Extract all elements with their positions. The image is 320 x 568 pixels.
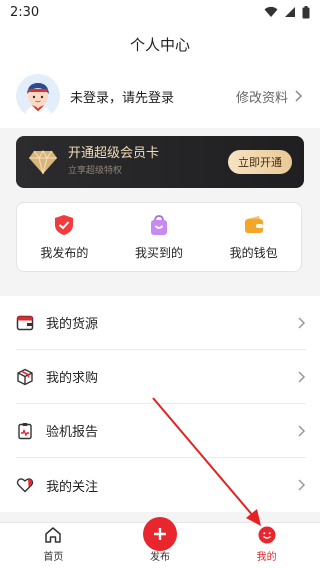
vip-open-button[interactable]: 立即开通 — [228, 150, 292, 174]
vip-card[interactable]: 开通超级会员卡 立享超级特权 立即开通 — [16, 136, 304, 188]
user-card[interactable]: 未登录，请先登录 修改资料 — [0, 64, 320, 128]
menu-label-inspection-report: 验机报告 — [46, 425, 99, 440]
plus-icon — [154, 528, 166, 540]
quick-label-published: 我发布的 — [40, 245, 89, 260]
package-icon — [17, 368, 33, 385]
menu-item-inspection-report[interactable]: 验机报告 — [16, 404, 306, 458]
menu-label-supply: 我的货源 — [46, 317, 99, 332]
diamond-icon — [29, 149, 57, 175]
smile-face-icon — [258, 526, 276, 544]
login-prompt[interactable]: 未登录，请先登录 — [70, 87, 236, 106]
chevron-right-icon — [295, 90, 303, 102]
wallet-card-icon — [16, 315, 34, 330]
status-time: 2:30 — [10, 4, 40, 20]
shopping-bag-icon — [151, 214, 167, 235]
vip-title: 开通超级会员卡 — [68, 146, 160, 161]
report-clipboard-icon — [18, 422, 32, 439]
edit-profile-link[interactable]: 修改资料 — [236, 87, 304, 106]
bottom-tab-bar: 首页 发布 我的 — [0, 517, 320, 568]
edit-profile-label: 修改资料 — [235, 90, 288, 106]
menu-item-wanted[interactable]: 我的求购 — [16, 350, 306, 404]
avatar[interactable] — [16, 74, 60, 118]
home-icon — [45, 527, 62, 543]
vip-subtitle: 立享超级特权 — [68, 166, 123, 176]
signal-icon — [285, 7, 295, 17]
tab-mine-label: 我的 — [256, 552, 277, 563]
page-title: 个人中心 — [129, 35, 190, 54]
wallet-icon — [244, 215, 263, 233]
menu-list: 我的货源 我的求购 验机报告 我的关注 — [0, 296, 320, 512]
quick-item-published[interactable]: 我发布的 — [17, 203, 112, 271]
quick-label-bought: 我买到的 — [135, 245, 184, 260]
page-header: 个人中心 — [0, 24, 320, 64]
chevron-right-icon — [298, 370, 306, 383]
publish-button[interactable] — [143, 517, 177, 551]
chevron-right-icon — [298, 424, 306, 437]
status-bar: 2:30 — [0, 0, 320, 24]
menu-item-following[interactable]: 我的关注 — [16, 458, 306, 512]
wifi-icon — [264, 6, 278, 17]
chevron-right-icon — [298, 479, 306, 491]
chevron-right-icon — [298, 316, 306, 329]
quick-label-wallet: 我的钱包 — [229, 245, 278, 260]
shield-check-icon — [55, 214, 74, 235]
tab-home-label: 首页 — [43, 552, 64, 563]
quick-item-bought[interactable]: 我买到的 — [112, 203, 207, 271]
quick-actions: 我发布的 我买到的 我的钱包 — [16, 202, 302, 272]
menu-label-wanted: 我的求购 — [46, 371, 99, 386]
quick-item-wallet[interactable]: 我的钱包 — [206, 203, 301, 271]
battery-icon — [302, 5, 310, 18]
menu-item-supply[interactable]: 我的货源 — [16, 296, 306, 350]
tab-home[interactable]: 首页 — [0, 523, 107, 568]
menu-label-following: 我的关注 — [46, 479, 99, 495]
tab-publish[interactable]: 发布 — [107, 517, 214, 568]
status-icons — [264, 5, 310, 19]
avatar-boy-icon — [16, 74, 60, 118]
tab-mine[interactable]: 我的 — [213, 523, 320, 568]
heart-icon — [16, 478, 34, 493]
